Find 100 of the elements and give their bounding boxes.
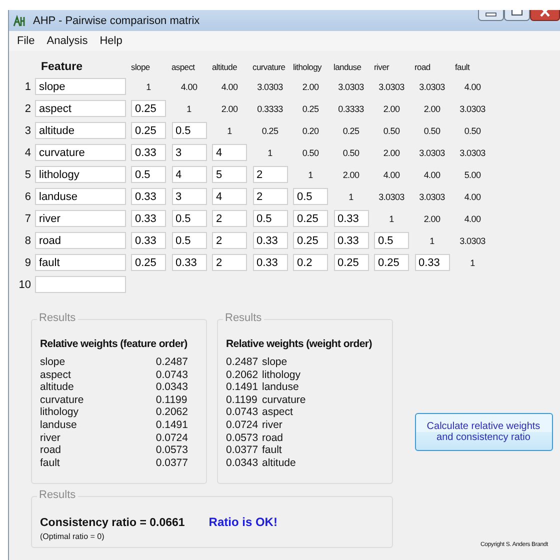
window-title: AHP - Pairwise comparison matrix: [33, 14, 200, 26]
comparison-field[interactable]: 0.33: [131, 188, 166, 205]
matrix-value: 1: [469, 258, 476, 268]
feature-name: river: [40, 432, 62, 444]
column-header: altitude: [212, 62, 238, 72]
matrix-value: 0.50: [463, 126, 482, 136]
comparison-field[interactable]: 0.25: [374, 254, 409, 271]
row-number: 4: [24, 146, 32, 158]
menu-item[interactable]: Help: [94, 33, 128, 49]
feature-field[interactable]: fault: [35, 254, 126, 271]
calculate-button[interactable]: Calculate relative weights and consistency ratio: [414, 412, 552, 451]
comparison-field[interactable]: 0.33: [252, 254, 288, 271]
weight-value: 0.0573: [226, 432, 260, 444]
comparison-field[interactable]: 0.33: [334, 232, 368, 249]
feature-name: river: [262, 418, 284, 432]
feature-name: aspect: [40, 368, 72, 382]
column-header: slope: [131, 62, 151, 72]
comparison-field[interactable]: 4: [212, 144, 247, 161]
comparison-field[interactable]: 0.33: [172, 254, 206, 271]
comparison-field[interactable]: 2: [252, 166, 288, 183]
comparison-field[interactable]: 0.5: [252, 210, 288, 227]
comparison-field[interactable]: 0.25: [293, 210, 328, 227]
feature-field[interactable]: aspect: [35, 100, 126, 117]
row-number: 7: [24, 212, 32, 224]
column-header: road: [414, 62, 432, 72]
matrix-value: 4.00: [463, 214, 482, 224]
comparison-field[interactable]: 0.5: [172, 232, 206, 249]
comparison-field[interactable]: 0.5: [172, 122, 206, 139]
matrix-value: 1: [266, 148, 274, 158]
comparison-field[interactable]: 0.25: [293, 232, 328, 249]
weight-value: 0.2062: [226, 368, 260, 382]
feature-field[interactable]: lithology: [35, 166, 126, 183]
feature-field[interactable]: altitude: [35, 122, 126, 139]
comparison-field[interactable]: 0.5: [131, 166, 166, 183]
column-header: landuse: [334, 62, 362, 72]
feature-name: fault: [40, 456, 61, 470]
feature-field[interactable]: road: [35, 232, 126, 249]
comparison-field[interactable]: 0.33: [334, 210, 368, 227]
comparison-field[interactable]: 0.33: [131, 144, 166, 161]
matrix-value: 1: [307, 170, 314, 180]
matrix-value: 1: [226, 126, 233, 136]
matrix-value: 0.50: [422, 126, 442, 136]
weight-value: 0.0743: [156, 368, 188, 382]
comparison-field[interactable]: 0.25: [334, 254, 368, 271]
feature-name: curvature: [40, 394, 85, 406]
comparison-field[interactable]: 0.33: [131, 232, 166, 249]
comparison-field[interactable]: 3: [172, 188, 206, 205]
matrix-value: 2.00: [301, 82, 320, 92]
group-legend: Results: [223, 312, 264, 324]
comparison-field[interactable]: 0.5: [172, 210, 206, 227]
matrix-value: 4.00: [463, 192, 482, 202]
row-number: 6: [24, 190, 32, 202]
matrix-value: 0.3333: [337, 104, 365, 114]
feature-field[interactable]: landuse: [35, 188, 126, 205]
menu-item[interactable]: Analysis: [40, 33, 94, 49]
comparison-field[interactable]: 2: [212, 210, 247, 227]
matrix-value: 1: [348, 192, 354, 202]
comparison-field[interactable]: 0.5: [293, 188, 328, 205]
comparison-field[interactable]: 0.33: [131, 210, 166, 227]
matrix-value: 0.25: [301, 104, 320, 114]
matrix-value: 2.00: [382, 104, 401, 114]
feature-field[interactable]: curvature: [35, 144, 126, 161]
app-icon: [13, 14, 27, 26]
feature-name: slope: [262, 356, 288, 369]
weight-value: 0.1199: [156, 394, 188, 406]
comparison-field[interactable]: 4: [212, 188, 247, 205]
feature-name: fault: [262, 444, 283, 457]
comparison-field[interactable]: 0.33: [414, 254, 450, 271]
column-header: curvature: [252, 62, 286, 72]
feature-name: landuse: [262, 381, 300, 394]
comparison-field[interactable]: 0.5: [374, 232, 409, 249]
results-heading: Relative weights (feature order): [40, 338, 188, 350]
feature-field[interactable]: slope: [35, 78, 126, 95]
column-header: aspect: [172, 62, 196, 72]
group-legend: Results: [37, 312, 78, 324]
feature-field[interactable]: [35, 276, 126, 293]
matrix-value: 5.00: [463, 170, 482, 180]
ratio-status: Ratio is OK!: [208, 515, 278, 530]
matrix-value: 1: [186, 104, 192, 114]
comparison-field[interactable]: 3: [172, 144, 206, 161]
comparison-field[interactable]: 2: [212, 254, 247, 271]
weight-value: 0.0724: [156, 432, 188, 444]
comparison-field[interactable]: 0.25: [131, 100, 166, 117]
weight-value: 0.2062: [156, 406, 188, 419]
menu-item[interactable]: File: [11, 33, 41, 49]
comparison-field[interactable]: 0.33: [252, 232, 288, 249]
weight-value: 0.1491: [156, 418, 188, 432]
comparison-field[interactable]: 0.25: [131, 122, 166, 139]
comparison-field[interactable]: 0.25: [131, 254, 166, 271]
weight-value: 0.0343: [156, 381, 188, 394]
comparison-field[interactable]: 5: [212, 166, 247, 183]
feature-name: road: [40, 444, 62, 457]
weight-value: 0.0377: [226, 444, 260, 457]
comparison-field[interactable]: 2: [252, 188, 288, 205]
matrix-value: 0.25: [260, 126, 280, 136]
comparison-field[interactable]: 4: [172, 166, 206, 183]
comparison-field[interactable]: 0.2: [293, 254, 328, 271]
comparison-field[interactable]: 2: [212, 232, 247, 249]
matrix-value: 0.50: [301, 148, 320, 158]
feature-field[interactable]: river: [35, 210, 126, 227]
